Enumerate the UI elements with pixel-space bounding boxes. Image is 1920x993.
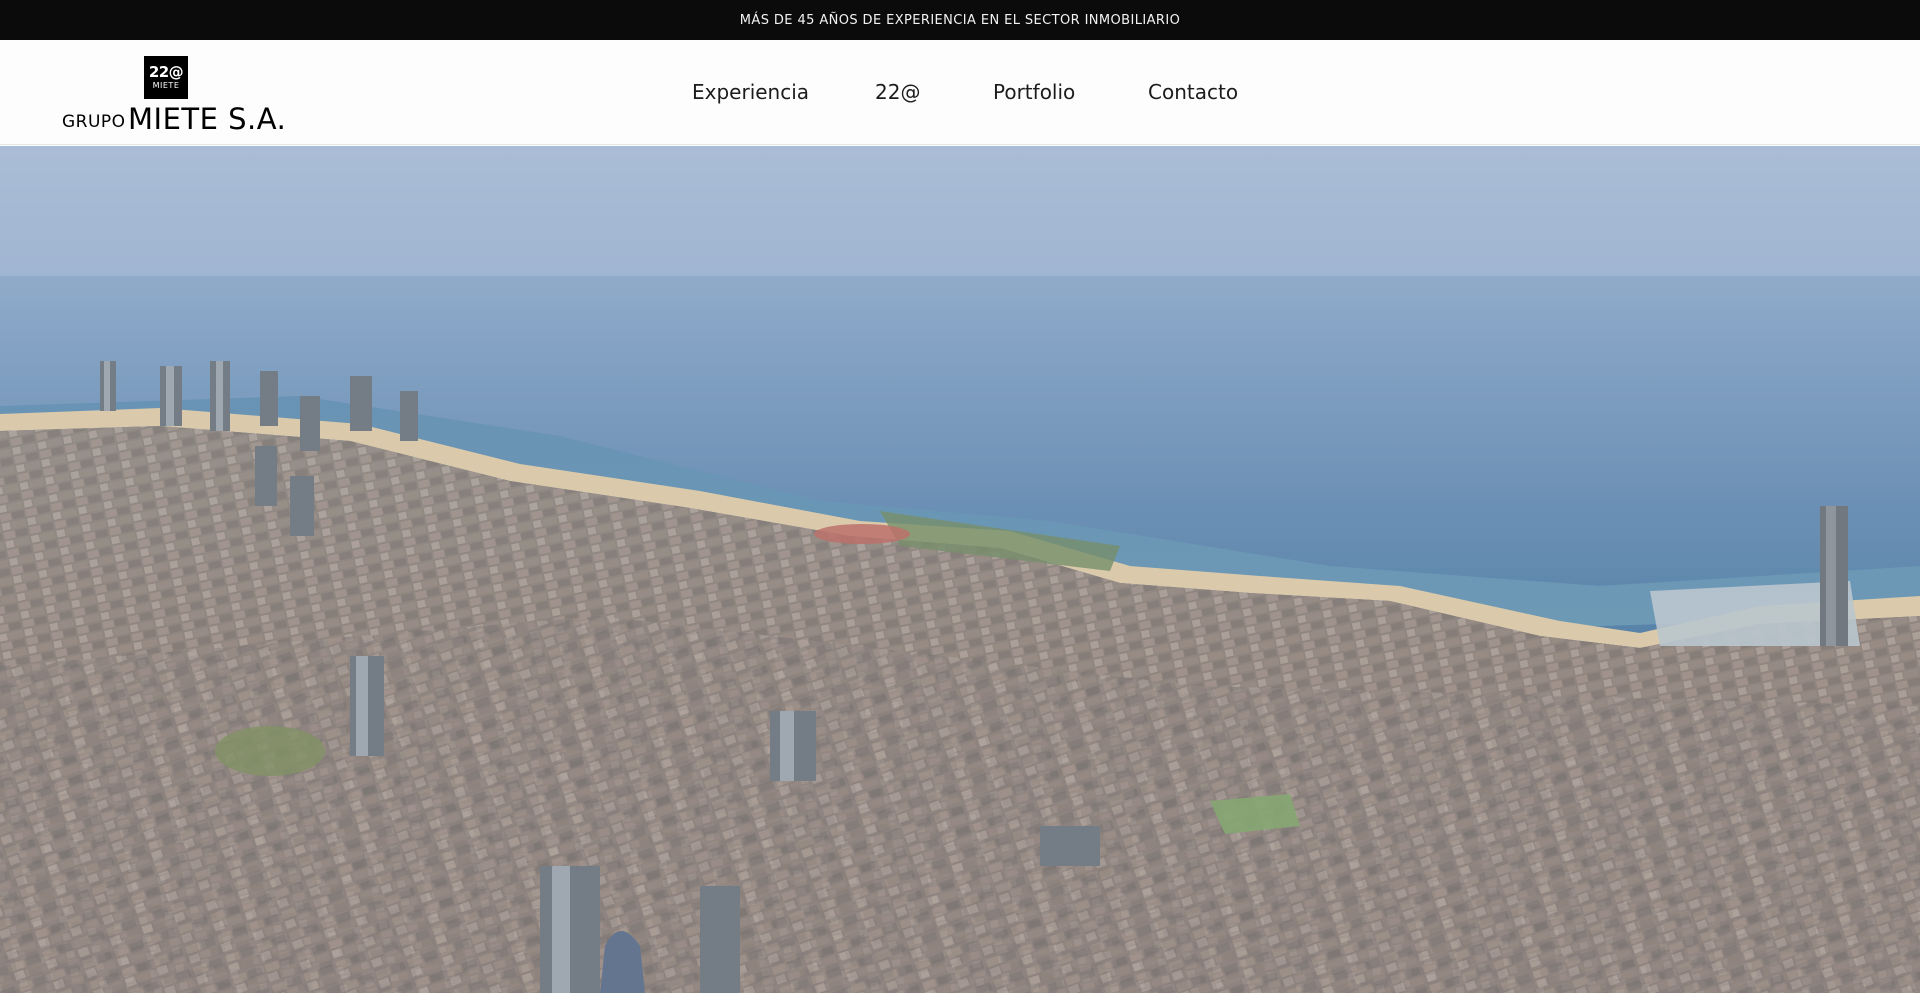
nav-item-portfolio[interactable]: Portfolio — [993, 80, 1075, 104]
site-header: 22@ MIETE GRUPO MIETE S.A. Experiencia 2… — [0, 40, 1920, 145]
aerial-city-photo — [0, 146, 1920, 993]
nav-item-22[interactable]: 22@ — [875, 80, 920, 104]
nav-item-contacto[interactable]: Contacto — [1148, 80, 1238, 104]
main-nav: Experiencia 22@ Portfolio Contacto — [0, 40, 1920, 145]
hero-image — [0, 146, 1920, 993]
nav-item-experiencia[interactable]: Experiencia — [692, 80, 809, 104]
announcement-bar: MÁS DE 45 AÑOS DE EXPERIENCIA EN EL SECT… — [0, 0, 1920, 40]
announcement-text: MÁS DE 45 AÑOS DE EXPERIENCIA EN EL SECT… — [739, 12, 1181, 28]
